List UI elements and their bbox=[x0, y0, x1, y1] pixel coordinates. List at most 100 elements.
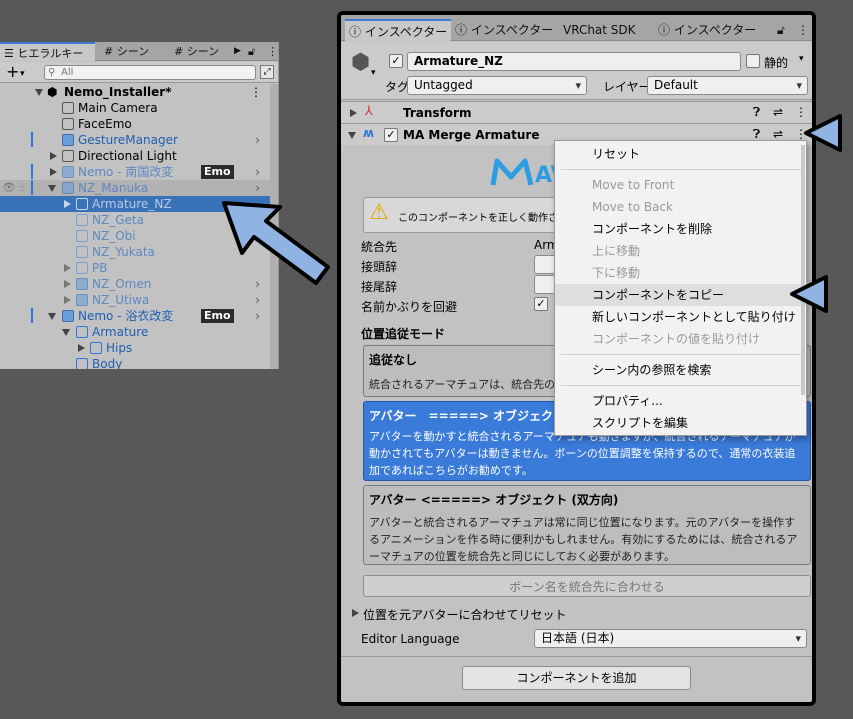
pick-icon[interactable]: ☝︎ bbox=[18, 180, 25, 196]
layer-label: レイヤー bbox=[603, 80, 651, 94]
static-checkbox[interactable] bbox=[746, 54, 760, 68]
reset-position-foldout[interactable]: 位置を元アバターに合わせてリセット bbox=[363, 606, 567, 623]
expand-arrow-icon[interactable] bbox=[35, 89, 43, 96]
gameobject-icon bbox=[76, 358, 88, 369]
row-label: Nemo - 浴衣改変 bbox=[78, 309, 174, 323]
expand-arrow-icon[interactable] bbox=[50, 168, 57, 176]
layer-dropdown[interactable]: Default bbox=[647, 76, 808, 95]
expand-arrow-icon[interactable] bbox=[48, 313, 56, 320]
hierarchy-tabbar: ☰ ヒエラルキー # シーン # シーン ▶ 🔓︎ ⋮ bbox=[0, 42, 278, 61]
list-item[interactable]: 👁︎ ☝︎ NZ_Manuka › bbox=[0, 180, 270, 196]
expand-arrow-icon[interactable] bbox=[64, 296, 71, 304]
menu-item-find-references[interactable]: シーン内の参照を検索 bbox=[555, 359, 806, 381]
lock-icon[interactable]: 🔓︎ bbox=[777, 19, 785, 41]
tab-vrchat-sdk[interactable]: VRChat SDK bbox=[563, 19, 636, 41]
menu-item-remove-component[interactable]: コンポーネントを削除 bbox=[555, 218, 806, 240]
menu-separator bbox=[561, 385, 801, 386]
list-item[interactable]: Nemo - 浴衣改変 Emo › bbox=[0, 308, 270, 324]
mode-two-way-option[interactable]: アバター <=====> オブジェクト (双方向) アバターと統合されるアーマチ… bbox=[363, 485, 811, 565]
menu-item-reset[interactable]: リセット bbox=[555, 143, 806, 165]
preset-icon[interactable]: ⇌ bbox=[773, 127, 783, 141]
tab-overflow-arrow-icon[interactable]: ▶ bbox=[230, 42, 242, 61]
kebab-menu-icon[interactable]: ⋮ bbox=[797, 19, 809, 41]
collapse-arrow-icon[interactable] bbox=[348, 132, 356, 139]
chevron-right-icon[interactable]: › bbox=[255, 292, 260, 308]
expand-arrow-icon[interactable] bbox=[62, 329, 70, 336]
tab-scene-2[interactable]: # シーン bbox=[170, 42, 228, 61]
scene-visibility-icon[interactable]: ⤢ bbox=[260, 65, 274, 79]
menu-item-label: 上に移動 bbox=[592, 244, 641, 258]
avoid-name-collision-label: 名前かぶりを回避 bbox=[361, 300, 458, 314]
menu-item-properties[interactable]: プロパティ... bbox=[555, 390, 806, 412]
expand-arrow-icon[interactable] bbox=[350, 109, 357, 117]
editor-language-label: Editor Language bbox=[361, 632, 460, 646]
prefab-icon bbox=[62, 166, 74, 178]
preset-icon[interactable]: ⇌ bbox=[773, 105, 783, 119]
list-item[interactable]: Nemo - 南国改変 Emo › bbox=[0, 164, 270, 180]
list-item[interactable]: GestureManager › bbox=[0, 132, 270, 148]
tab-inspector-1[interactable]: ⓘ インスペクター bbox=[345, 19, 452, 41]
component-enabled-checkbox[interactable]: ✓ bbox=[384, 128, 398, 142]
chevron-right-icon[interactable]: › bbox=[255, 308, 260, 324]
row-label: Hips bbox=[106, 341, 133, 355]
menu-item-edit-script[interactable]: スクリプトを編集 bbox=[555, 412, 806, 434]
expand-arrow-icon[interactable] bbox=[78, 344, 85, 352]
list-item[interactable]: Directional Light bbox=[0, 148, 270, 164]
tab-hierarchy[interactable]: ☰ ヒエラルキー bbox=[0, 42, 95, 61]
add-component-button[interactable]: コンポーネントを追加 bbox=[462, 666, 691, 690]
list-item[interactable]: Hips bbox=[0, 340, 270, 356]
prefab-override-bar bbox=[31, 132, 33, 147]
tab-inspector-3[interactable]: ⓘ インスペクター bbox=[658, 19, 756, 41]
lock-icon[interactable]: 🔓︎ bbox=[244, 42, 256, 61]
add-icon[interactable]: + bbox=[6, 62, 19, 82]
help-icon[interactable]: ❓︎ bbox=[753, 105, 760, 120]
search-input[interactable]: ⚲ All bbox=[44, 65, 256, 80]
expand-arrow-icon[interactable] bbox=[64, 280, 71, 288]
list-item[interactable]: Armature bbox=[0, 324, 270, 340]
chevron-down-icon[interactable]: ▾ bbox=[20, 64, 25, 84]
search-placeholder: All bbox=[61, 67, 74, 78]
avoid-name-collision-checkbox[interactable]: ✓ bbox=[534, 297, 548, 311]
list-item[interactable]: NZ_Utiwa › bbox=[0, 292, 270, 308]
prefab-icon bbox=[62, 182, 74, 194]
chevron-right-icon[interactable]: › bbox=[255, 132, 260, 148]
chevron-down-icon[interactable]: ▾ bbox=[799, 54, 804, 64]
object-name-field[interactable]: Armature_NZ bbox=[407, 52, 741, 71]
list-item[interactable]: ⬢ Nemo_Installer* ⋮ bbox=[0, 84, 270, 100]
menu-item-label: プロパティ... bbox=[592, 394, 663, 408]
mode-title: アバター <=====> オブジェクト (双方向) bbox=[369, 493, 619, 507]
kebab-menu-icon[interactable]: ⋮ bbox=[263, 42, 278, 61]
kebab-menu-icon[interactable]: ⋮ bbox=[250, 84, 262, 100]
expand-arrow-icon[interactable] bbox=[48, 185, 56, 192]
tab-scene-1[interactable]: # シーン bbox=[100, 42, 166, 61]
expand-arrow-icon[interactable] bbox=[50, 152, 57, 160]
scrollbar[interactable] bbox=[801, 145, 805, 395]
eye-icon[interactable]: 👁︎ bbox=[2, 180, 16, 196]
info-icon: ⓘ bbox=[349, 25, 362, 39]
ma-logo-icon bbox=[490, 158, 534, 186]
expand-arrow-icon[interactable] bbox=[64, 264, 71, 272]
pointer-arrow-icon bbox=[222, 201, 330, 285]
row-label: NZ_Manuka bbox=[78, 181, 149, 195]
expand-arrow-icon[interactable] bbox=[64, 200, 71, 208]
tag-dropdown[interactable]: Untagged bbox=[407, 76, 587, 95]
menu-item-copy-component[interactable]: コンポーネントをコピー bbox=[555, 284, 806, 306]
menu-item-paste-as-new[interactable]: 新しいコンポーネントとして貼り付け bbox=[555, 306, 806, 328]
list-item[interactable]: Main Camera bbox=[0, 100, 270, 116]
tab-inspector-2[interactable]: ⓘ インスペクター bbox=[455, 19, 553, 41]
chevron-down-icon[interactable]: ▾ bbox=[371, 68, 376, 78]
pointer-triangle-icon bbox=[804, 114, 842, 152]
chevron-right-icon[interactable]: › bbox=[255, 180, 260, 196]
prefab-icon bbox=[76, 278, 88, 290]
active-checkbox[interactable]: ✓ bbox=[389, 54, 403, 68]
menu-item-label: 下に移動 bbox=[592, 266, 641, 280]
list-item[interactable]: Body bbox=[0, 356, 270, 369]
expand-arrow-icon[interactable] bbox=[352, 609, 359, 617]
editor-language-dropdown[interactable]: 日本語 (日本) bbox=[534, 629, 807, 648]
transform-component-header[interactable]: ⅄ Transform ❓︎ ⇌ ⋮ bbox=[341, 101, 812, 123]
adjust-bone-names-button[interactable]: ボーン名を統合先に合わせる bbox=[363, 575, 811, 597]
chevron-right-icon[interactable]: › bbox=[255, 164, 260, 180]
gameobject-icon bbox=[76, 214, 88, 226]
menu-item-label: シーン内の参照を検索 bbox=[592, 363, 712, 377]
list-item[interactable]: FaceEmo bbox=[0, 116, 270, 132]
